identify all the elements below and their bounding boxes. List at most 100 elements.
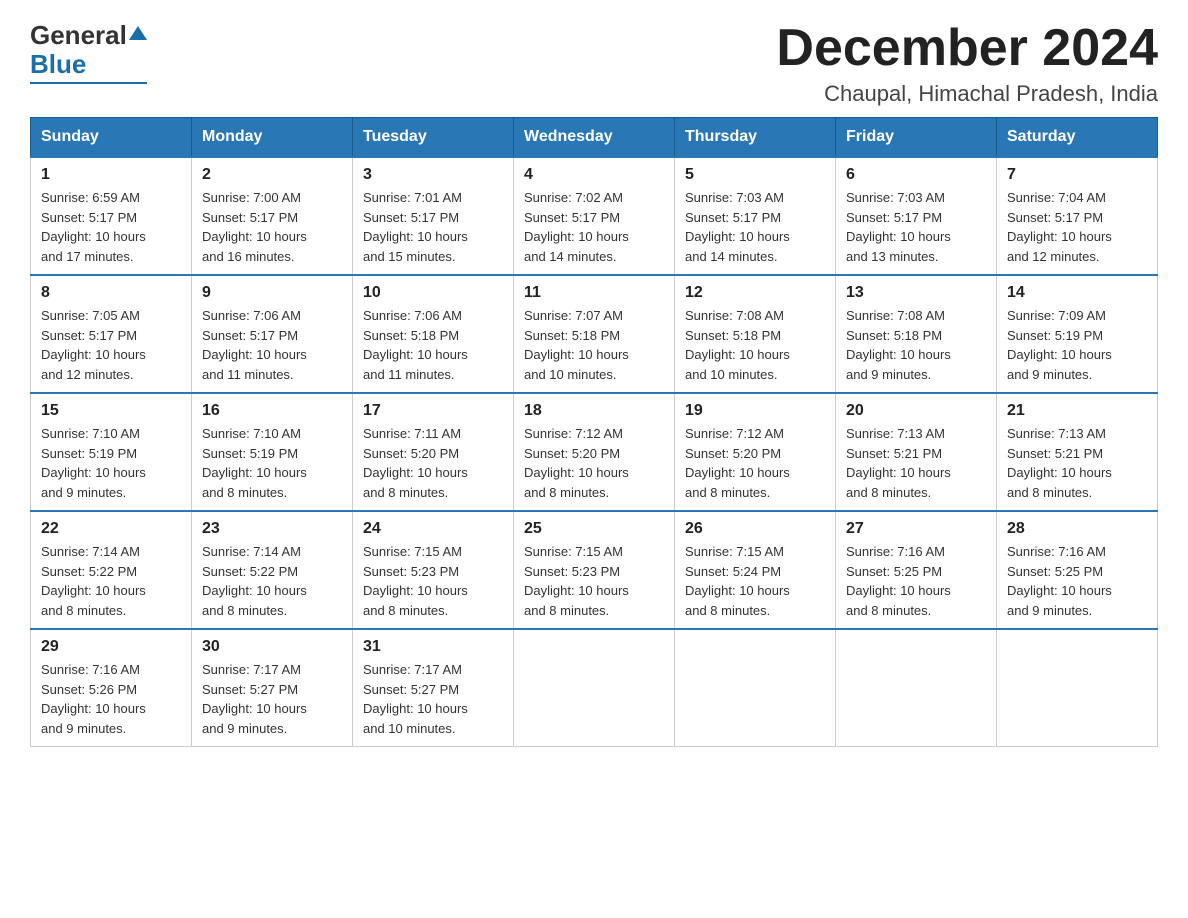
table-row: 29Sunrise: 7:16 AMSunset: 5:26 PMDayligh… xyxy=(31,629,192,747)
day-number: 25 xyxy=(524,520,664,538)
day-number: 6 xyxy=(846,166,986,184)
day-info: Sunrise: 7:00 AMSunset: 5:17 PMDaylight:… xyxy=(202,188,342,266)
table-row: 18Sunrise: 7:12 AMSunset: 5:20 PMDayligh… xyxy=(514,393,675,511)
day-number: 4 xyxy=(524,166,664,184)
day-number: 5 xyxy=(685,166,825,184)
day-info: Sunrise: 7:09 AMSunset: 5:19 PMDaylight:… xyxy=(1007,306,1147,384)
day-info: Sunrise: 7:08 AMSunset: 5:18 PMDaylight:… xyxy=(846,306,986,384)
day-info: Sunrise: 7:16 AMSunset: 5:25 PMDaylight:… xyxy=(846,542,986,620)
table-row: 8Sunrise: 7:05 AMSunset: 5:17 PMDaylight… xyxy=(31,275,192,393)
day-info: Sunrise: 7:03 AMSunset: 5:17 PMDaylight:… xyxy=(685,188,825,266)
table-row: 10 Sunrise: 7:06 AMSunset: 5:18 PMDayligh… xyxy=(353,275,514,393)
day-info: Sunrise: 7:10 AMSunset: 5:19 PMDaylight:… xyxy=(41,424,181,502)
day-info: Sunrise: 6:59 AMSunset: 5:17 PMDaylight:… xyxy=(41,188,181,266)
day-info: Sunrise: 7:02 AMSunset: 5:17 PMDaylight:… xyxy=(524,188,664,266)
table-row: 25 Sunrise: 7:15 AMSunset: 5:23 PMDayligh… xyxy=(514,511,675,629)
day-info: Sunrise: 7:04 AMSunset: 5:17 PMDaylight:… xyxy=(1007,188,1147,266)
table-row xyxy=(997,629,1158,747)
table-row xyxy=(836,629,997,747)
calendar-week-row: 15 Sunrise: 7:10 AMSunset: 5:19 PMDayligh… xyxy=(31,393,1158,511)
day-info: Sunrise: 7:15 AMSunset: 5:24 PMDaylight:… xyxy=(685,542,825,620)
day-number: 28 xyxy=(1007,520,1147,538)
table-row: 20 Sunrise: 7:13 AMSunset: 5:21 PMDayligh… xyxy=(836,393,997,511)
day-number: 26 xyxy=(685,520,825,538)
month-title: December 2024 xyxy=(776,20,1158,77)
col-friday: Friday xyxy=(836,118,997,158)
day-number: 14 xyxy=(1007,284,1147,302)
table-row: 19Sunrise: 7:12 AMSunset: 5:20 PMDayligh… xyxy=(675,393,836,511)
day-number: 21 xyxy=(1007,402,1147,420)
table-row: 31 Sunrise: 7:17 AMSunset: 5:27 PMDayligh… xyxy=(353,629,514,747)
logo-underline xyxy=(30,82,147,84)
calendar-week-row: 8Sunrise: 7:05 AMSunset: 5:17 PMDaylight… xyxy=(31,275,1158,393)
day-number: 20 xyxy=(846,402,986,420)
calendar-week-row: 1 Sunrise: 6:59 AMSunset: 5:17 PMDaylight… xyxy=(31,157,1158,275)
day-info: Sunrise: 7:15 AMSunset: 5:23 PMDaylight:… xyxy=(524,542,664,620)
day-number: 11 xyxy=(524,284,664,302)
day-info: Sunrise: 7:17 AMSunset: 5:27 PMDaylight:… xyxy=(363,660,503,738)
day-number: 27 xyxy=(846,520,986,538)
logo-triangle-icon xyxy=(129,26,147,45)
title-block: December 2024 Chaupal, Himachal Pradesh,… xyxy=(776,20,1158,107)
table-row: 4 Sunrise: 7:02 AMSunset: 5:17 PMDaylight… xyxy=(514,157,675,275)
table-row: 28 Sunrise: 7:16 AMSunset: 5:25 PMDayligh… xyxy=(997,511,1158,629)
day-number: 24 xyxy=(363,520,503,538)
table-row: 15 Sunrise: 7:10 AMSunset: 5:19 PMDayligh… xyxy=(31,393,192,511)
day-info: Sunrise: 7:13 AMSunset: 5:21 PMDaylight:… xyxy=(846,424,986,502)
col-saturday: Saturday xyxy=(997,118,1158,158)
col-wednesday: Wednesday xyxy=(514,118,675,158)
location-title: Chaupal, Himachal Pradesh, India xyxy=(776,81,1158,107)
day-info: Sunrise: 7:10 AMSunset: 5:19 PMDaylight:… xyxy=(202,424,342,502)
table-row: 11 Sunrise: 7:07 AMSunset: 5:18 PMDayligh… xyxy=(514,275,675,393)
day-info: Sunrise: 7:06 AMSunset: 5:17 PMDaylight:… xyxy=(202,306,342,384)
table-row: 5 Sunrise: 7:03 AMSunset: 5:17 PMDaylight… xyxy=(675,157,836,275)
calendar-table: Sunday Monday Tuesday Wednesday Thursday… xyxy=(30,117,1158,747)
col-sunday: Sunday xyxy=(31,118,192,158)
day-number: 29 xyxy=(41,638,181,656)
table-row: 3 Sunrise: 7:01 AMSunset: 5:17 PMDaylight… xyxy=(353,157,514,275)
day-info: Sunrise: 7:06 AMSunset: 5:18 PMDaylight:… xyxy=(363,306,503,384)
day-number: 7 xyxy=(1007,166,1147,184)
calendar-week-row: 22 Sunrise: 7:14 AMSunset: 5:22 PMDayligh… xyxy=(31,511,1158,629)
table-row: 22 Sunrise: 7:14 AMSunset: 5:22 PMDayligh… xyxy=(31,511,192,629)
table-row: 9 Sunrise: 7:06 AMSunset: 5:17 PMDaylight… xyxy=(192,275,353,393)
page-header: General Blue December 2024 Chaupal, Hima… xyxy=(30,20,1158,107)
table-row: 23 Sunrise: 7:14 AMSunset: 5:22 PMDayligh… xyxy=(192,511,353,629)
day-number: 31 xyxy=(363,638,503,656)
table-row: 27 Sunrise: 7:16 AMSunset: 5:25 PMDayligh… xyxy=(836,511,997,629)
table-row xyxy=(514,629,675,747)
day-info: Sunrise: 7:08 AMSunset: 5:18 PMDaylight:… xyxy=(685,306,825,384)
day-info: Sunrise: 7:03 AMSunset: 5:17 PMDaylight:… xyxy=(846,188,986,266)
day-number: 3 xyxy=(363,166,503,184)
table-row: 26 Sunrise: 7:15 AMSunset: 5:24 PMDayligh… xyxy=(675,511,836,629)
table-row: 30Sunrise: 7:17 AMSunset: 5:27 PMDayligh… xyxy=(192,629,353,747)
day-number: 23 xyxy=(202,520,342,538)
day-number: 1 xyxy=(41,166,181,184)
day-info: Sunrise: 7:16 AMSunset: 5:25 PMDaylight:… xyxy=(1007,542,1147,620)
day-info: Sunrise: 7:01 AMSunset: 5:17 PMDaylight:… xyxy=(363,188,503,266)
day-number: 18 xyxy=(524,402,664,420)
day-number: 2 xyxy=(202,166,342,184)
day-info: Sunrise: 7:11 AMSunset: 5:20 PMDaylight:… xyxy=(363,424,503,502)
day-number: 19 xyxy=(685,402,825,420)
logo-general: General xyxy=(30,20,127,51)
table-row xyxy=(675,629,836,747)
day-number: 9 xyxy=(202,284,342,302)
table-row: 24Sunrise: 7:15 AMSunset: 5:23 PMDayligh… xyxy=(353,511,514,629)
day-number: 10 xyxy=(363,284,503,302)
table-row: 17 Sunrise: 7:11 AMSunset: 5:20 PMDayligh… xyxy=(353,393,514,511)
day-number: 17 xyxy=(363,402,503,420)
day-number: 30 xyxy=(202,638,342,656)
day-info: Sunrise: 7:14 AMSunset: 5:22 PMDaylight:… xyxy=(202,542,342,620)
day-number: 13 xyxy=(846,284,986,302)
day-number: 16 xyxy=(202,402,342,420)
day-info: Sunrise: 7:05 AMSunset: 5:17 PMDaylight:… xyxy=(41,306,181,384)
day-info: Sunrise: 7:07 AMSunset: 5:18 PMDaylight:… xyxy=(524,306,664,384)
table-row: 6 Sunrise: 7:03 AMSunset: 5:17 PMDaylight… xyxy=(836,157,997,275)
col-monday: Monday xyxy=(192,118,353,158)
col-tuesday: Tuesday xyxy=(353,118,514,158)
day-number: 22 xyxy=(41,520,181,538)
day-info: Sunrise: 7:14 AMSunset: 5:22 PMDaylight:… xyxy=(41,542,181,620)
table-row: 13 Sunrise: 7:08 AMSunset: 5:18 PMDayligh… xyxy=(836,275,997,393)
day-number: 15 xyxy=(41,402,181,420)
